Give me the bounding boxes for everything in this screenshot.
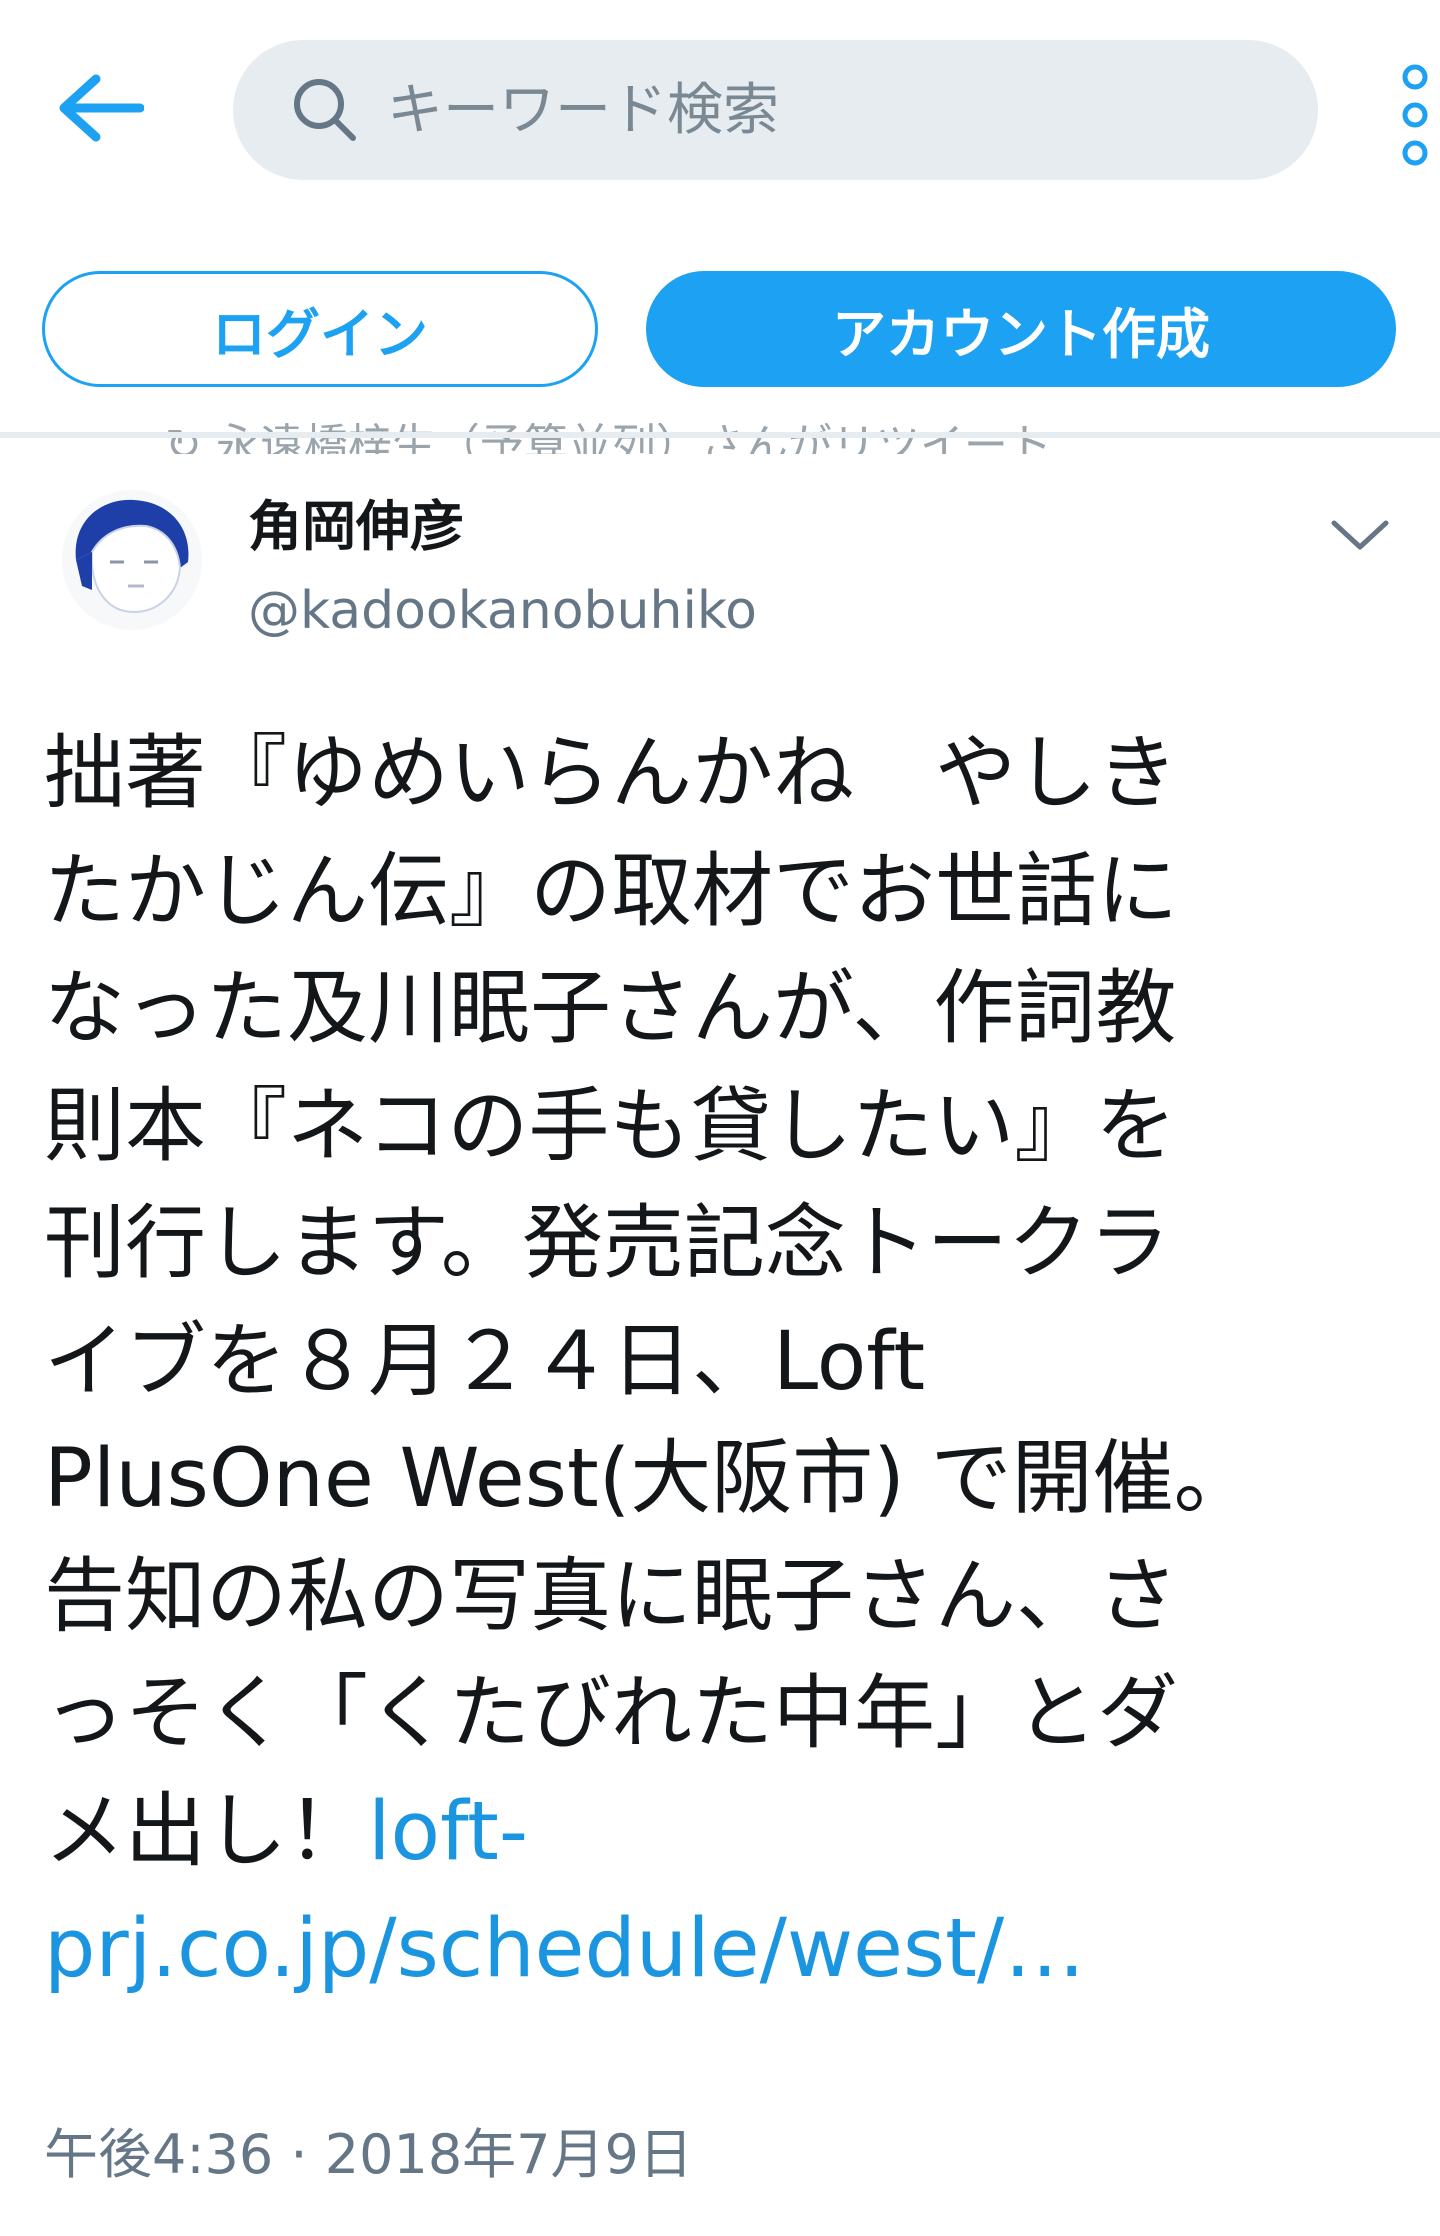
retweet-context-text: ↻ 永遠橋梓生（予算並列）さんがリツイート (165, 420, 1052, 455)
search-bar[interactable] (233, 40, 1318, 180)
author-handle[interactable]: @kadookanobuhiko (248, 576, 757, 646)
avatar[interactable] (62, 490, 202, 630)
tweet-timestamp[interactable]: 午後4:36 · 2018年7月9日 (44, 2115, 693, 2195)
author-name[interactable]: 角岡伸彦 (248, 492, 464, 562)
vertical-dots-icon (1390, 64, 1440, 179)
search-input[interactable] (387, 65, 1187, 155)
tweet-menu-button[interactable] (1320, 505, 1400, 565)
top-bar (0, 0, 1440, 220)
tweet-body: 拙著『ゆめいらんかね やしき たかじん伝』の取材でお世話に なった及川眠子さんが… (44, 727, 1255, 1879)
chevron-down-icon (1320, 520, 1400, 569)
search-icon (285, 70, 365, 150)
divider (0, 432, 1440, 438)
signup-button[interactable]: アカウント作成 (646, 271, 1396, 387)
login-button[interactable]: ログイン (42, 271, 598, 387)
tweet-text: 拙著『ゆめいらんかね やしき たかじん伝』の取材でお世話に なった及川眠子さんが… (44, 716, 1396, 2009)
more-options-button[interactable] (1390, 55, 1440, 175)
auth-actions: ログイン アカウント作成 (0, 265, 1440, 395)
back-button[interactable] (50, 70, 150, 150)
arrow-left-icon (56, 73, 145, 147)
